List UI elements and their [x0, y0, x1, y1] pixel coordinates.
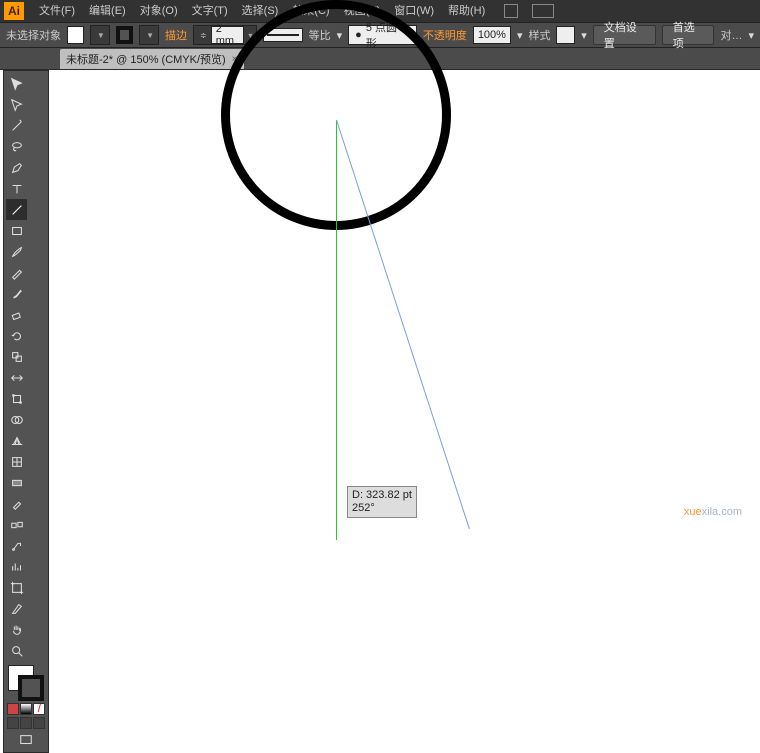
stroke-weight-value[interactable]: 2 mm — [211, 26, 245, 44]
color-mode-row: / — [6, 703, 46, 715]
screen-mode-row — [6, 717, 46, 729]
menu-type[interactable]: 文字(T) — [185, 0, 235, 22]
canvas-area[interactable]: D: 323.82 pt 252° — [52, 70, 760, 524]
selection-tool[interactable] — [6, 73, 27, 94]
perspective-grid-tool[interactable] — [6, 430, 27, 451]
color-mode-gradient[interactable] — [20, 703, 32, 715]
pencil-tool[interactable] — [6, 262, 27, 283]
app-logo: Ai — [4, 2, 24, 20]
eyedropper-tool[interactable] — [6, 493, 27, 514]
measurement-tooltip: D: 323.82 pt 252° — [347, 486, 417, 518]
document-setup-button[interactable]: 文档设置 — [593, 25, 656, 45]
draw-normal-icon[interactable] — [7, 717, 19, 729]
menu-edit[interactable]: 编辑(E) — [82, 0, 133, 22]
mesh-tool[interactable] — [6, 451, 27, 472]
menu-help[interactable]: 帮助(H) — [441, 0, 492, 22]
draw-inside-icon[interactable] — [33, 717, 45, 729]
column-graph-tool[interactable] — [6, 556, 27, 577]
type-tool[interactable] — [6, 178, 27, 199]
blend-tool[interactable] — [6, 514, 27, 535]
magic-wand-tool[interactable] — [6, 115, 27, 136]
screen-mode-button[interactable] — [6, 729, 46, 750]
guide-vertical — [336, 120, 337, 540]
chevron-down-icon: ▼ — [146, 31, 154, 40]
workspace-icon[interactable] — [532, 4, 554, 18]
hand-tool[interactable] — [6, 619, 27, 640]
opacity-value[interactable]: 100% — [473, 26, 511, 44]
blob-brush-tool[interactable] — [6, 283, 27, 304]
fill-swatch[interactable] — [67, 26, 84, 44]
style-label: 样式 — [528, 27, 550, 43]
paintbrush-tool[interactable] — [6, 241, 27, 262]
draw-behind-icon[interactable] — [20, 717, 32, 729]
stroke-label[interactable]: 描边 — [165, 27, 187, 43]
free-transform-tool[interactable] — [6, 388, 27, 409]
width-tool[interactable] — [6, 367, 27, 388]
scale-tool[interactable] — [6, 346, 27, 367]
zoom-tool[interactable] — [6, 640, 27, 661]
tooltip-angle: 252° — [352, 502, 412, 515]
chevron-down-icon[interactable]: ▾ — [748, 29, 754, 42]
opacity-label[interactable]: 不透明度 — [423, 27, 467, 43]
tooltip-distance: D: 323.82 pt — [352, 489, 412, 502]
color-mode-normal[interactable] — [7, 703, 19, 715]
rectangle-tool[interactable] — [6, 220, 27, 241]
chevron-down-icon[interactable]: ▾ — [517, 29, 523, 42]
pen-tool[interactable] — [6, 157, 27, 178]
layout-icon[interactable] — [504, 4, 518, 18]
stroke-color-icon[interactable] — [18, 675, 44, 701]
chevron-down-icon[interactable]: ▾ — [581, 29, 587, 42]
menu-file[interactable]: 文件(F) — [32, 0, 82, 22]
document-tab[interactable]: 未标题-2* @ 150% (CMYK/预览) × — [60, 49, 244, 69]
fill-dropdown[interactable]: ▼ — [90, 25, 110, 45]
gradient-tool[interactable] — [6, 472, 27, 493]
rotate-tool[interactable] — [6, 325, 27, 346]
stroke-dropdown[interactable]: ▼ — [139, 25, 159, 45]
symbol-sprayer-tool[interactable] — [6, 535, 27, 556]
shape-builder-tool[interactable] — [6, 409, 27, 430]
direct-selection-tool[interactable] — [6, 94, 27, 115]
stroke-swatch[interactable] — [116, 26, 133, 44]
line-segment-tool[interactable] — [6, 199, 27, 220]
fill-stroke-swatches[interactable] — [6, 665, 46, 701]
align-label[interactable]: 对… — [720, 27, 742, 43]
chevron-down-icon: ▼ — [97, 31, 105, 40]
style-swatch[interactable] — [556, 26, 575, 44]
menu-object[interactable]: 对象(O) — [133, 0, 185, 22]
slice-tool[interactable] — [6, 598, 27, 619]
tools-panel: / — [3, 70, 49, 753]
eraser-tool[interactable] — [6, 304, 27, 325]
watermark: xuexila.com — [684, 502, 742, 518]
lasso-tool[interactable] — [6, 136, 27, 157]
artboard-tool[interactable] — [6, 577, 27, 598]
selection-status: 未选择对象 — [6, 27, 61, 43]
color-mode-none[interactable]: / — [33, 703, 45, 715]
preferences-button[interactable]: 首选项 — [662, 25, 715, 45]
document-tab-title: 未标题-2* @ 150% (CMYK/预览) — [66, 51, 226, 67]
